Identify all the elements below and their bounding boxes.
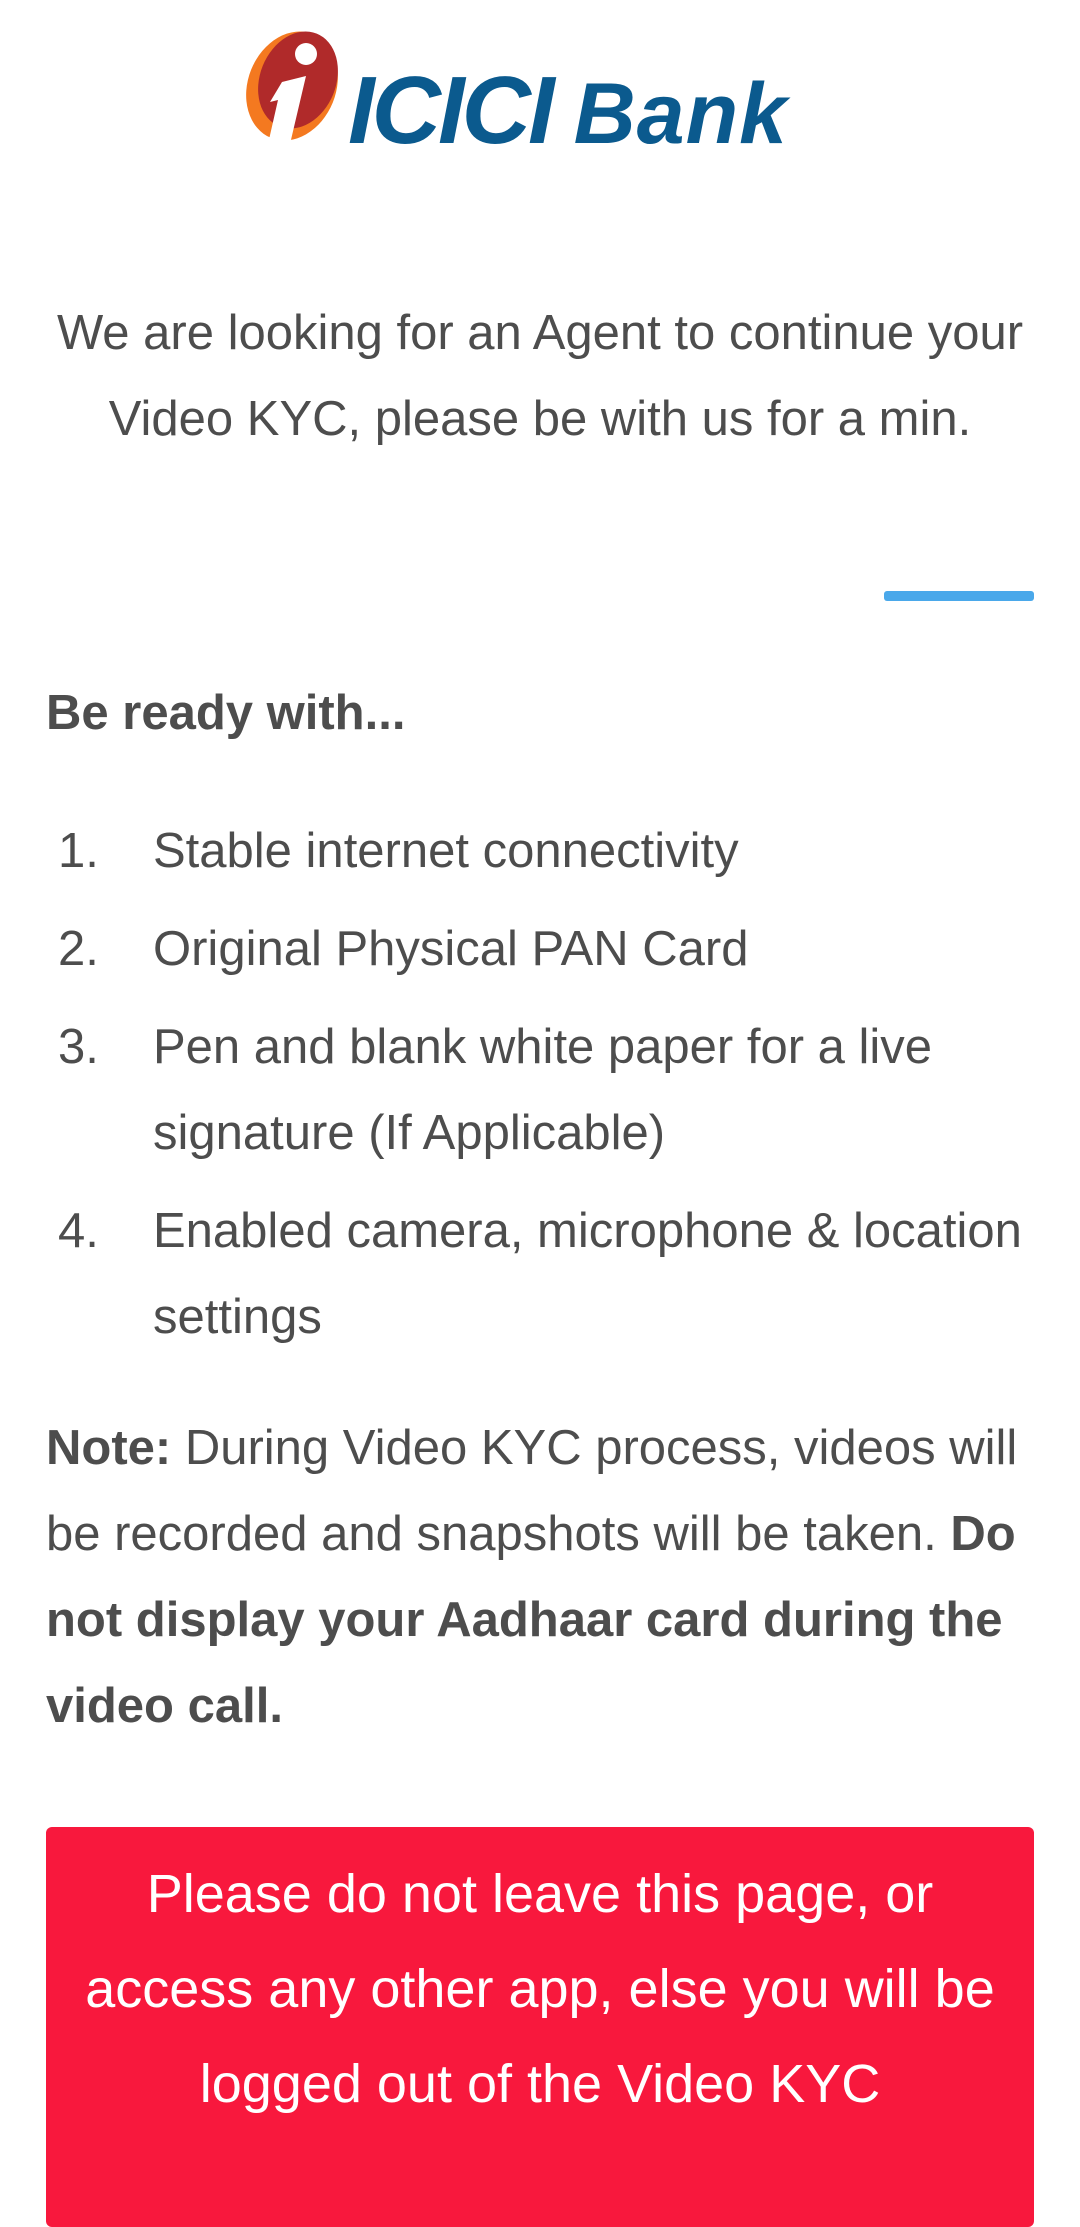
list-item: 4. Enabled camera, microphone & location…: [46, 1188, 1034, 1360]
list-item-number: 1.: [58, 824, 99, 878]
list-item-text: Stable internet connectivity: [153, 824, 739, 878]
warning-message: Please do not leave this page, or access…: [85, 1864, 995, 2114]
list-item: 2. Original Physical PAN Card: [46, 906, 1034, 992]
list-item-number: 4.: [58, 1204, 99, 1258]
leave-page-warning-banner: Please do not leave this page, or access…: [46, 1827, 1034, 2227]
list-item-text: Original Physical PAN Card: [153, 922, 749, 976]
icici-bank-logo: ICICI Bank: [224, 26, 864, 164]
list-item: 1. Stable internet connectivity: [46, 808, 1034, 894]
list-item: 3. Pen and blank white paper for a live …: [46, 1004, 1034, 1176]
note-text: During Video KYC process, videos will be…: [46, 1421, 1018, 1561]
logo-word-bank: Bank: [573, 66, 788, 162]
loading-progress-bar: [46, 591, 1034, 601]
loading-indicator: [884, 591, 1034, 601]
list-item-number: 2.: [58, 922, 99, 976]
logo-word-icici: ICICI: [348, 57, 555, 164]
list-item-number: 3.: [58, 1020, 99, 1074]
recording-note: Note: During Video KYC process, videos w…: [46, 1405, 1036, 1749]
checklist-heading: Be ready with...: [46, 686, 406, 740]
icici-logo-mark-icon: [246, 31, 338, 144]
agent-waiting-message: We are looking for an Agent to continue …: [56, 306, 1024, 446]
requirements-list: 1. Stable internet connectivity 2. Origi…: [46, 808, 1034, 1372]
note-label: Note:: [46, 1421, 172, 1475]
list-item-text: Pen and blank white paper for a live sig…: [153, 1020, 933, 1160]
list-item-text: Enabled camera, microphone & location se…: [153, 1204, 1022, 1344]
